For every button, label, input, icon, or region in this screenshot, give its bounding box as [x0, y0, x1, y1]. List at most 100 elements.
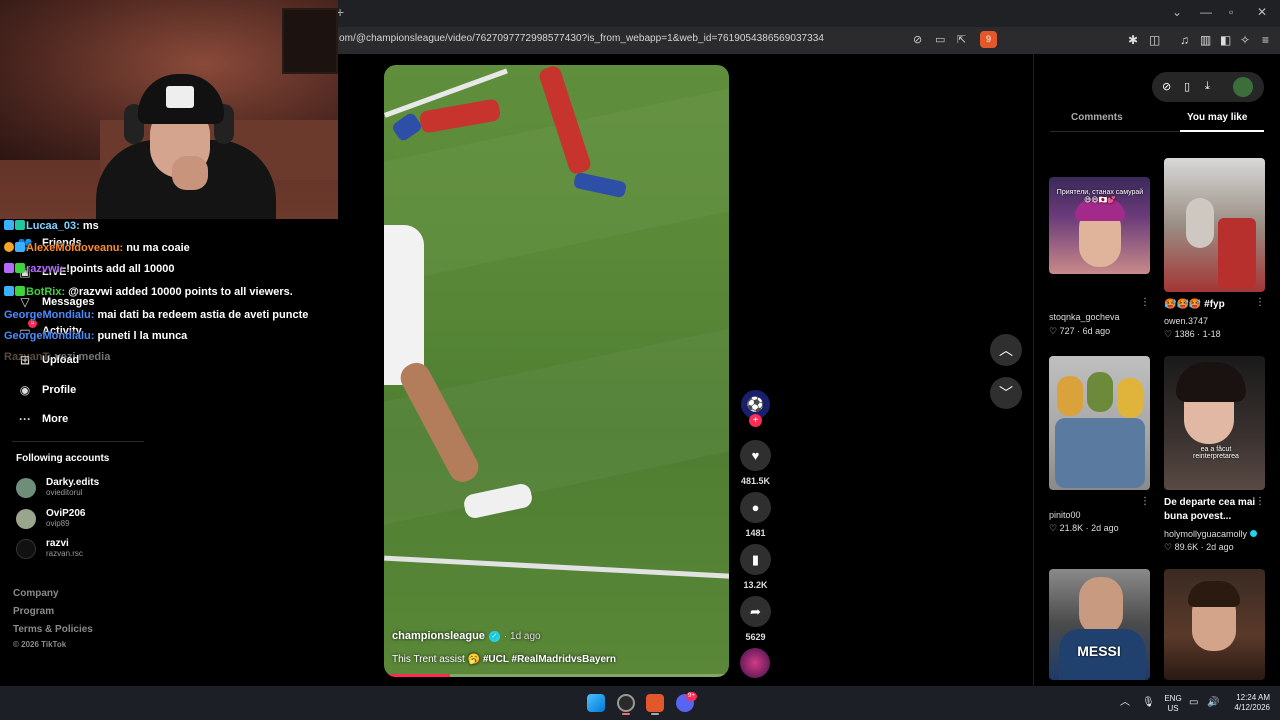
wallet-icon[interactable]: ◧ [1220, 33, 1231, 47]
user-avatar[interactable] [1233, 77, 1253, 97]
tray-chevron-icon[interactable]: ︿ [1120, 698, 1130, 708]
chat-message: razvwi: !points add all 10000 [4, 263, 175, 275]
video-caption: This Trent assist 🥱 #UCL #RealMadridvsBa… [392, 654, 617, 665]
account-name: Darky.edits [46, 477, 100, 488]
heart-icon: ♥ [751, 448, 760, 463]
following-title: Following accounts [16, 453, 110, 464]
extensions-icon[interactable]: ✱ [1128, 33, 1138, 47]
previous-video-button[interactable]: ︿ [990, 334, 1022, 366]
leo-ai-icon[interactable]: ✧ [1240, 33, 1250, 47]
recommended-video-thumbnail[interactable] [1164, 569, 1265, 680]
clock[interactable]: 12:24 AM 4/12/2026 [1228, 693, 1270, 713]
tab-you-may-like[interactable]: You may like [1187, 112, 1247, 123]
tracking-off-icon[interactable]: ⊘ [913, 33, 922, 46]
brave-shields-icon[interactable]: 9 [980, 31, 997, 48]
footer-program[interactable]: Program [13, 606, 54, 617]
video-progress-bar[interactable] [384, 674, 729, 677]
bookmark-icon: ▮ [751, 551, 760, 567]
account-handle: ovip89 [46, 519, 70, 528]
sub-badge-icon [15, 263, 25, 273]
obs-icon[interactable] [617, 694, 635, 712]
cast-icon[interactable]: ▭ [935, 33, 945, 46]
chevron-down-icon: ﹀ [999, 385, 1013, 401]
follow-plus-icon[interactable]: + [749, 414, 762, 427]
music-icon[interactable]: ♫ [1180, 33, 1189, 47]
video-meta: ♡ 1386 · 1-18 [1164, 329, 1221, 339]
account-name: OviP206 [46, 508, 86, 519]
share-icon[interactable]: ⇱ [957, 33, 966, 46]
download-icon[interactable]: ⤓ [1205, 80, 1210, 93]
video-author[interactable]: owen.3747 [1164, 316, 1208, 326]
avatar [16, 508, 36, 529]
recommended-video-thumbnail[interactable]: MESSI [1049, 569, 1150, 680]
compass-icon[interactable]: ⊘ [1162, 80, 1171, 93]
menu-icon[interactable]: ≡ [1262, 33, 1269, 47]
video-title[interactable]: De departe cea mai buna povest... [1164, 496, 1260, 524]
more-icon: ··· [19, 412, 31, 426]
comment-button[interactable]: ● [740, 492, 771, 523]
video-player[interactable]: championsleague ✓ · 1d ago This Trent as… [384, 65, 729, 677]
music-disc-icon[interactable] [740, 648, 770, 678]
following-account[interactable]: OviP206 ovip89 [16, 508, 85, 529]
recommended-video-thumbnail[interactable] [1049, 356, 1150, 490]
video-author[interactable]: stoqnka_gocheva [1049, 312, 1120, 322]
following-account[interactable]: Darky.edits ovieditorul [16, 477, 99, 498]
tab-comments[interactable]: Comments [1071, 112, 1123, 123]
more-options-icon[interactable]: ⋮ [1140, 496, 1150, 507]
save-count: 13.2K [743, 580, 768, 590]
heart-outline-icon: ♡ [1164, 542, 1175, 552]
video-author[interactable]: holymollyguacamolly [1164, 529, 1257, 539]
like-button[interactable]: ♥ [740, 440, 771, 471]
language-indicator[interactable]: ENG US [1163, 694, 1183, 714]
sword-badge-icon [4, 220, 14, 230]
video-meta: ♡ 21.8K · 2d ago [1049, 523, 1119, 533]
video-author[interactable]: championsleague ✓ · 1d ago [392, 630, 541, 642]
share-button[interactable]: ➦ [740, 596, 771, 627]
footer-terms[interactable]: Terms & Policies [13, 624, 93, 635]
comment-count: 1481 [745, 528, 766, 538]
recommended-video-thumbnail[interactable]: ea a făcut reinterpretarea [1164, 356, 1265, 490]
video-hashtags[interactable]: #UCL #RealMadridvsBayern [483, 654, 616, 665]
video-meta: ♡ 727 · 6d ago [1049, 326, 1111, 336]
more-options-icon[interactable]: ⋮ [1140, 297, 1150, 308]
brave-icon[interactable] [646, 694, 664, 712]
heart-outline-icon: ♡ [1164, 329, 1175, 339]
chevron-up-icon: ︿ [999, 342, 1013, 358]
verified-icon: ✓ [488, 630, 500, 642]
video-posted-time: · 1d ago [503, 630, 541, 642]
account-handle: ovieditorul [46, 488, 83, 497]
video-author[interactable]: pinito00 [1049, 510, 1081, 520]
comment-icon: ● [751, 500, 760, 515]
reader-icon[interactable]: ▥ [1200, 33, 1211, 47]
url-text[interactable]: om/@championsleague/video/76270977729985… [339, 33, 824, 44]
mobile-icon[interactable]: ▯ [1184, 80, 1190, 93]
network-icon[interactable]: ▭ [1189, 698, 1198, 708]
nav-more[interactable]: ··· More [16, 412, 68, 426]
close-window-icon[interactable]: ✕ [1257, 5, 1267, 19]
maximize-icon[interactable]: ▫ [1229, 5, 1233, 19]
chat-message: RazvanT: vezi media [4, 351, 111, 363]
verified-icon [1249, 530, 1257, 537]
video-title[interactable]: 🥵🥵🥵 #fyp [1164, 298, 1225, 312]
following-account[interactable]: razvi razvan.rsc [16, 538, 83, 559]
footer-company[interactable]: Company [13, 588, 59, 599]
sidebar-toggle-icon[interactable]: ◫ [1149, 33, 1160, 47]
sidebar-divider [12, 441, 144, 442]
next-video-button[interactable]: ﹀ [990, 377, 1022, 409]
recommended-video-thumbnail[interactable] [1164, 158, 1265, 292]
active-app-indicator [622, 713, 630, 715]
bot-badge-icon [15, 286, 25, 296]
nav-profile[interactable]: ◉ Profile [16, 383, 76, 397]
save-button[interactable]: ▮ [740, 544, 771, 575]
sub-badge-icon [15, 220, 25, 230]
recommended-video-thumbnail[interactable]: Приятели, станах самурай 😅😄🇯🇵💕 [1049, 177, 1150, 274]
volume-icon[interactable]: 🔊 [1207, 698, 1219, 708]
chat-message: AlexeMoldoveanu: nu ma coaie [4, 242, 190, 254]
more-options-icon[interactable]: ⋮ [1255, 297, 1265, 308]
tab-search-icon[interactable]: ⌄ [1172, 5, 1182, 19]
account-name: razvi [46, 538, 69, 549]
minimize-icon[interactable]: — [1200, 5, 1212, 19]
windows-start-icon[interactable] [587, 694, 605, 712]
microphone-icon[interactable]: 🎙 [1142, 698, 1155, 708]
share-arrow-icon: ➦ [750, 603, 761, 619]
